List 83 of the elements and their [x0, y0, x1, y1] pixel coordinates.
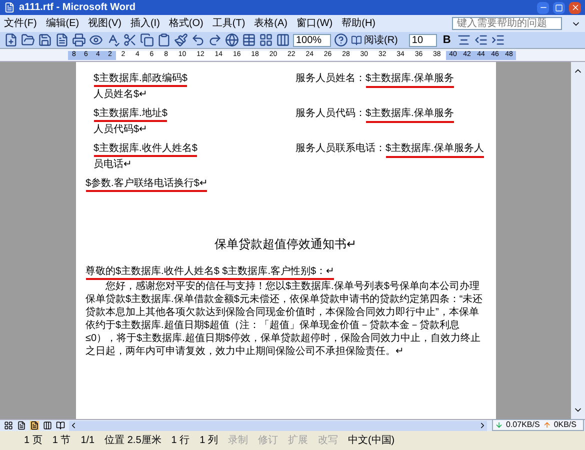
folder-icon[interactable]: [21, 33, 35, 47]
status-item: 录制: [228, 434, 248, 448]
menu-item[interactable]: 视图(V): [88, 16, 122, 31]
help-search-field[interactable]: 键入需要帮助的问题: [452, 17, 562, 30]
status-item: 扩展: [288, 434, 308, 448]
field-continuation: 员电话↵: [92, 158, 132, 171]
menu-item[interactable]: 帮助(H): [342, 16, 376, 31]
read-button[interactable]: 阅读(R): [351, 32, 398, 48]
menu-item[interactable]: 编辑(E): [46, 16, 80, 31]
upload-icon: [542, 421, 551, 429]
status-item: 1 行: [171, 434, 190, 448]
vertical-scrollbar[interactable]: [571, 62, 585, 419]
field-continuation: 人员姓名$↵: [92, 88, 148, 101]
save-icon[interactable]: [38, 33, 52, 47]
cut-icon[interactable]: [123, 33, 137, 47]
field-continuation: 人员代码$↵: [92, 123, 148, 136]
merge-field: $主数据库.收件人姓名$: [94, 143, 198, 157]
merge-field: $主数据库.地址$: [94, 108, 168, 122]
status-item: 1 页: [24, 434, 42, 448]
status-item: 改写: [318, 434, 338, 448]
body-paragraph: 您好，感谢您对平安的信任与支持！您以$主数据库.保单号列表$号保单向本公司办理保单贷款$主数据库.保单借款金额$元未偿还，依保单贷款申请书的贷款约定第四条：“未还贷款本息加上其他各项欠款达到保险合同现金价值时，本保险合同效力即行中止”，本保单依约于$主数据库.超值日期$超值（注：「超值」保单现金价值－贷款本金－贷款利息≤0），将于$主数据库.超值日期$停效，保单贷款超停时，保险合同效力中止，自效力终止之日起，两年内可申请复效，效力中止期间保险公司不承担保险责任。↵: [86, 280, 484, 358]
document-icon[interactable]: [55, 33, 69, 47]
status-item: 位置 2.5厘米: [104, 434, 162, 448]
print-icon[interactable]: [72, 33, 86, 47]
redo-icon[interactable]: [208, 33, 222, 47]
indent-decrease-icon[interactable]: [474, 33, 488, 47]
menu-item[interactable]: 文件(F): [4, 16, 37, 31]
paste-icon[interactable]: [157, 33, 171, 47]
merge-field: $主数据库.保单服务人: [386, 142, 484, 158]
reading-view-icon[interactable]: [56, 421, 65, 430]
maximize-button[interactable]: [553, 2, 565, 14]
font-size-field[interactable]: 10: [408, 34, 437, 46]
document-title: 保单贷款超值停效通知书↵: [214, 238, 358, 251]
status-item: 1 节: [52, 434, 71, 448]
status-item: 1/1: [80, 434, 95, 448]
zoom-field[interactable]: 100%: [293, 34, 331, 46]
web-view-icon[interactable]: [17, 421, 26, 430]
minimize-button[interactable]: [537, 2, 549, 14]
download-icon: [495, 421, 503, 429]
menu-item[interactable]: 工具(T): [212, 16, 246, 31]
print-view-icon[interactable]: [30, 421, 39, 430]
undo-icon[interactable]: [191, 33, 205, 47]
close-icon: [570, 3, 580, 12]
status-item: 1 列: [200, 434, 218, 448]
help-icon[interactable]: [334, 33, 348, 47]
columns-icon[interactable]: [276, 33, 290, 47]
merge-field: $主数据库.保单服务: [366, 107, 454, 123]
window-title: a111.rtf - Microsoft Word: [19, 1, 137, 15]
globe-icon[interactable]: [225, 33, 239, 47]
preview-icon[interactable]: [89, 33, 103, 47]
merge-field: $主数据库.邮政编码$: [94, 73, 188, 87]
horizontal-scrollbar[interactable]: [69, 420, 487, 430]
word-document-icon: [4, 2, 15, 13]
maximize-icon: [555, 4, 563, 12]
menu-item[interactable]: 窗口(W): [296, 16, 333, 31]
menu-item[interactable]: 表格(A): [254, 16, 288, 31]
merge-field: $参数.客户联络电话换行$↵: [86, 178, 208, 192]
menu-item[interactable]: 插入(I): [130, 16, 160, 31]
greeting-line: 尊敬的$主数据库.收件人姓名$ $主数据库.客户性别$：↵: [86, 266, 334, 280]
field-label: 服务人员代码：: [296, 107, 366, 121]
normal-view-icon[interactable]: [4, 421, 13, 430]
align-center-icon[interactable]: [456, 33, 471, 47]
status-item: 中文(中国): [348, 434, 395, 448]
scroll-left-icon[interactable]: [69, 421, 78, 430]
close-button[interactable]: [569, 2, 581, 14]
merge-field: $主数据库.保单服务: [366, 72, 454, 88]
bold-button[interactable]: B: [440, 32, 454, 48]
table-icon[interactable]: [242, 33, 256, 47]
scroll-right-icon[interactable]: [478, 421, 487, 430]
new-document-icon[interactable]: [4, 33, 18, 47]
paintbrush-icon[interactable]: [174, 33, 188, 47]
copy-icon[interactable]: [140, 33, 154, 47]
status-item: 修订: [258, 434, 278, 448]
menu-item[interactable]: 格式(O): [168, 16, 204, 31]
upload-speed: 0KB/S: [554, 419, 576, 431]
outline-view-icon[interactable]: [43, 421, 52, 430]
spelling-icon[interactable]: [106, 33, 120, 47]
indent-increase-icon[interactable]: [490, 33, 505, 47]
download-speed: 0.07KB/S: [506, 419, 540, 431]
grid-icon[interactable]: [259, 33, 273, 47]
field-label: 服务人员姓名：: [296, 72, 366, 86]
book-icon: [351, 34, 362, 46]
field-label: 服务人员联系电话：: [296, 142, 386, 156]
